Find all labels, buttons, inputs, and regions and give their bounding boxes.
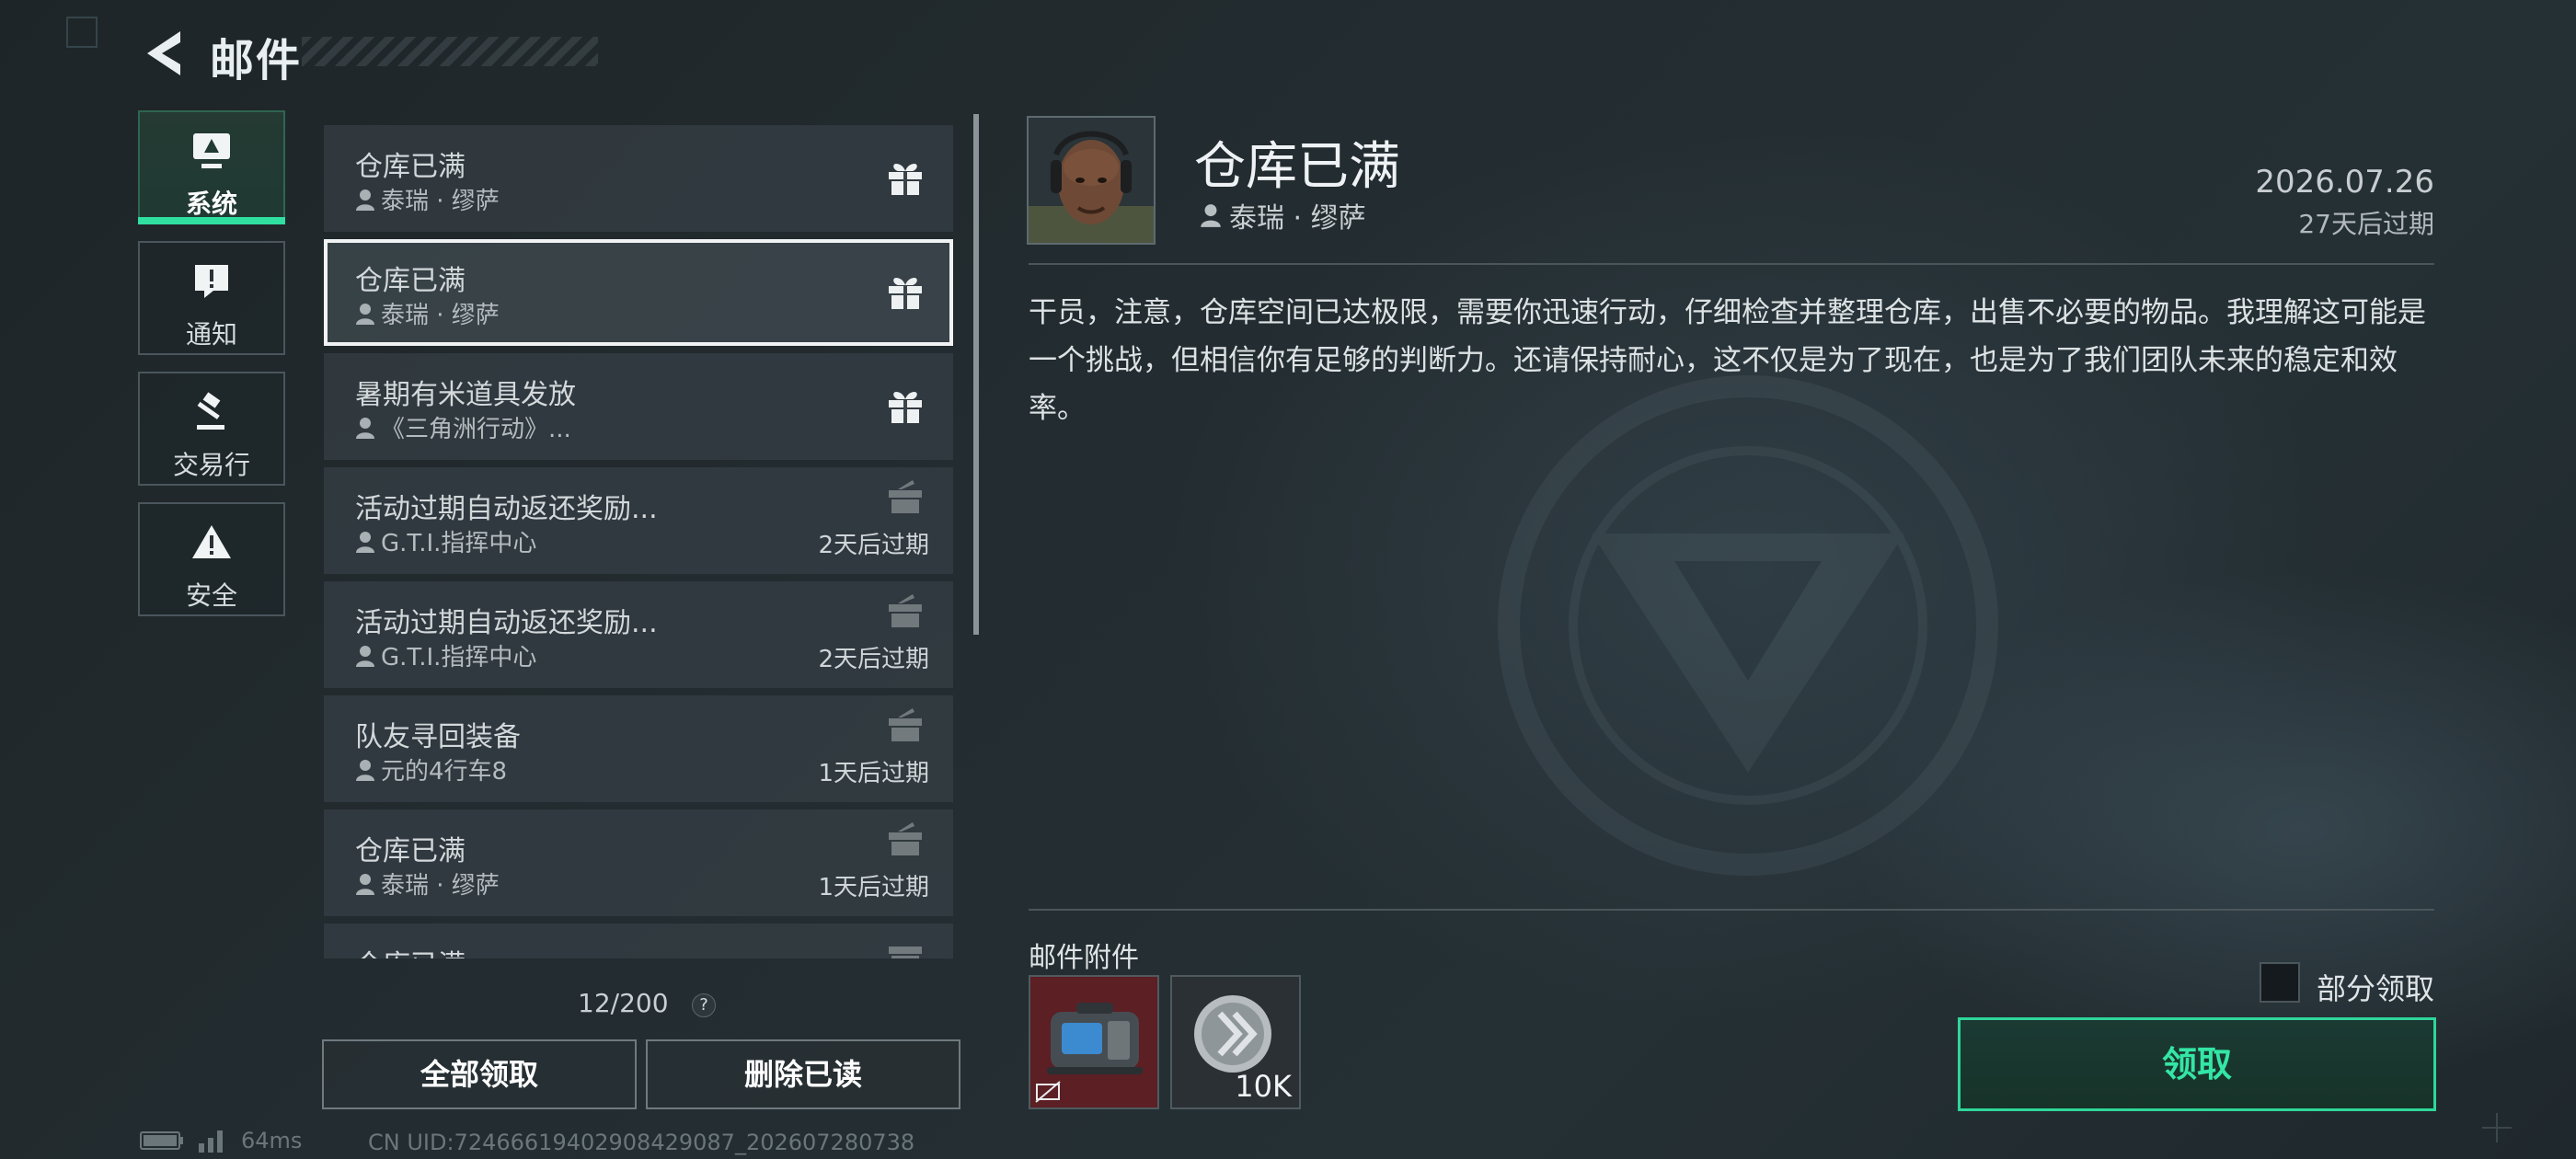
mail-sender: G.T.I.指挥中心	[355, 524, 536, 558]
claim-button[interactable]: 领取	[1958, 1017, 2436, 1111]
category-tab-notice[interactable]: 通知	[138, 241, 285, 355]
mail-title: 活动过期自动返还奖励...	[355, 607, 658, 639]
category-tab-security[interactable]: 安全	[138, 502, 285, 616]
mail-item[interactable]: 仓库已满	[324, 924, 953, 958]
category-tab-trading[interactable]: 交易行	[138, 372, 285, 486]
mail-body: 干员，注意，仓库空间已达极限，需要你迅速行动，仔细检查并整理仓库，出售不必要的物…	[1029, 296, 2426, 425]
sender-name: G.T.I.指挥中心	[381, 530, 537, 557]
category-tab-system[interactable]: 系统	[138, 110, 285, 224]
person-icon	[356, 303, 374, 325]
person-icon	[356, 531, 374, 553]
delete-read-button[interactable]: 删除已读	[646, 1039, 960, 1109]
mail-sender: 《三角洲行动》...	[355, 410, 571, 444]
sender-name: G.T.I.指挥中心	[381, 644, 537, 671]
mail-sender: 元的4行车8	[355, 752, 507, 786]
attachment-item[interactable]	[1029, 975, 1159, 1109]
mail-item[interactable]: 队友寻回装备 元的4行车8 1天后过期	[324, 695, 953, 802]
person-icon	[356, 645, 374, 667]
mail-detail-sender: 泰瑞 · 缪萨	[1200, 195, 1366, 235]
mail-item[interactable]: 活动过期自动返还奖励... G.T.I.指挥中心 2天后过期	[324, 467, 953, 574]
sender-name: 《三角洲行动》...	[381, 416, 571, 443]
mail-sender: 泰瑞 · 缪萨	[355, 866, 500, 901]
person-icon	[356, 873, 374, 895]
person-icon	[356, 189, 374, 211]
gift-icon	[889, 164, 922, 195]
category-label: 交易行	[172, 450, 250, 480]
back-arrow-icon	[147, 31, 180, 75]
status-bar: 64ms	[140, 1128, 302, 1153]
title-decoration	[302, 37, 598, 66]
gift-icon	[889, 392, 922, 423]
faction-emblem-watermark	[1498, 375, 1998, 876]
attachment-count: 10K	[1235, 1069, 1292, 1104]
gift-claimed-icon	[889, 594, 922, 627]
mail-title: 队友寻回装备	[355, 721, 521, 753]
mail-date: 2026.07.26	[2255, 164, 2434, 201]
gift-claimed-icon	[889, 708, 922, 741]
mail-sender: G.T.I.指挥中心	[355, 638, 536, 672]
signal-icon	[199, 1130, 223, 1153]
category-label: 系统	[185, 189, 237, 219]
page-title: 邮件	[210, 35, 303, 86]
gift-claimed-icon	[889, 822, 922, 855]
mail-sender: 泰瑞 · 缪萨	[355, 296, 500, 330]
mail-expire-label: 1天后过期	[818, 760, 929, 787]
person-icon	[356, 417, 374, 439]
help-icon[interactable]: ?	[692, 993, 716, 1017]
player-uid: CN UID:7246661940290842908​7_20260728073…	[368, 1130, 915, 1155]
system-monitor-icon	[140, 131, 283, 171]
crosshair-mark	[2482, 1113, 2512, 1142]
gift-claimed-icon	[889, 947, 922, 958]
mail-title: 仓库已满	[355, 151, 466, 183]
sender-name: 泰瑞 · 缪萨	[381, 188, 500, 215]
mail-expire-label: 1天后过期	[818, 874, 929, 901]
gift-claimed-icon	[889, 480, 922, 513]
category-label: 安全	[185, 580, 237, 611]
mail-list-scrollbar[interactable]	[973, 114, 979, 635]
ping-value: 64ms	[241, 1128, 303, 1153]
mail-detail-title: 仓库已满	[1194, 137, 1400, 197]
mail-item[interactable]: 活动过期自动返还奖励... G.T.I.指挥中心 2天后过期	[324, 581, 953, 688]
mail-item[interactable]: 暑期有米道具发放 《三角洲行动》...	[324, 353, 953, 460]
warning-triangle-icon	[140, 522, 283, 563]
mail-expire-label: 2天后过期	[818, 532, 929, 559]
detail-divider	[1029, 263, 2434, 265]
claim-all-button[interactable]: 全部领取	[322, 1039, 637, 1109]
mail-title: 活动过期自动返还奖励...	[355, 493, 658, 525]
mail-title: 暑期有米道具发放	[355, 379, 576, 411]
mail-item[interactable]: 仓库已满 泰瑞 · 缪萨 1天后过期	[324, 809, 953, 916]
person-icon	[356, 759, 374, 781]
battery-icon	[140, 1131, 183, 1150]
mail-title: 仓库已满	[355, 942, 466, 958]
partial-claim-label: 部分领取	[2317, 971, 2435, 1006]
mail-list[interactable]: 仓库已满 泰瑞 · 缪萨 仓库已满 泰瑞 · 缪萨 暑期有米道具发放 《三角洲行…	[324, 125, 953, 958]
sender-name: 泰瑞 · 缪萨	[381, 872, 500, 900]
back-button[interactable]	[138, 26, 190, 81]
mail-title: 仓库已满	[355, 265, 466, 297]
mail-title: 仓库已满	[355, 835, 466, 867]
notification-alert-icon	[140, 261, 283, 302]
category-label: 通知	[185, 319, 237, 350]
non-tradable-icon	[1035, 1081, 1061, 1103]
sender-name: 泰瑞 · 缪萨	[381, 302, 500, 329]
gift-icon	[889, 278, 922, 309]
mail-expire: 27天后过期	[2298, 209, 2434, 239]
attachments-label: 邮件附件	[1029, 942, 1139, 974]
mail-expire-label: 2天后过期	[818, 646, 929, 673]
attachments-divider	[1029, 909, 2434, 911]
corner-frame	[66, 17, 98, 48]
person-icon	[1201, 204, 1221, 227]
mail-count: 12/200	[578, 988, 669, 1018]
partial-claim-checkbox[interactable]	[2260, 962, 2300, 1003]
attachment-item[interactable]: 10K	[1170, 975, 1301, 1109]
auction-gavel-icon	[140, 392, 283, 432]
mail-sender: 泰瑞 · 缪萨	[355, 182, 500, 216]
sender-avatar	[1027, 116, 1156, 245]
sender-name: 泰瑞 · 缪萨	[1229, 202, 1366, 235]
mail-item[interactable]: 仓库已满 泰瑞 · 缪萨	[324, 125, 953, 232]
sender-name: 元的4行车8	[381, 758, 508, 786]
mail-item-selected[interactable]: 仓库已满 泰瑞 · 缪萨	[324, 239, 953, 346]
